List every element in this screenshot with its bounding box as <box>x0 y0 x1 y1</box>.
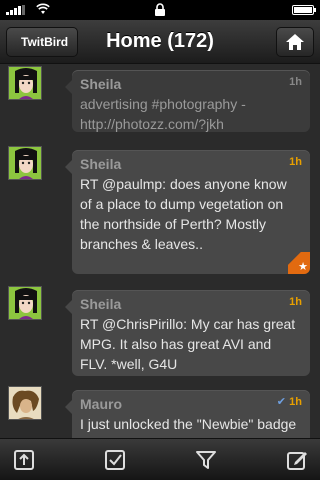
tweet-bubble[interactable]: Mauro ✔ 1h I just unlocked the "Newbie" … <box>65 390 310 438</box>
home-button[interactable] <box>276 27 314 57</box>
tweet-username[interactable]: Sheila <box>80 76 300 92</box>
avatar[interactable] <box>8 66 42 100</box>
home-icon <box>286 34 304 50</box>
filter-icon[interactable] <box>195 449 217 471</box>
tweet-bubble[interactable]: Sheila 1h RT @ChrisPirillo: My car has g… <box>65 290 310 376</box>
tweet-bubble[interactable]: Sheila 1h advertising #photography - htt… <box>65 70 310 132</box>
compose-upload-icon[interactable] <box>13 449 35 471</box>
tweet-time: 1h <box>289 76 302 88</box>
avatar[interactable] <box>8 386 42 420</box>
tweet-username[interactable]: Sheila <box>80 296 300 312</box>
signal-icon <box>6 5 25 15</box>
bottom-toolbar <box>0 438 320 480</box>
tweet-time: 1h <box>289 396 302 408</box>
page-title: Home (172) <box>106 30 214 52</box>
avatar[interactable] <box>8 146 42 180</box>
checkmark-icon: ✔ <box>276 396 286 408</box>
tweet-time: 1h <box>289 296 302 308</box>
tweet-timeline[interactable]: Sheila 1h advertising #photography - htt… <box>0 64 320 438</box>
tweet-username[interactable]: Sheila <box>80 156 300 172</box>
favorite-star-icon: ★ <box>288 252 310 274</box>
tweet-text: RT @paulmp: does anyone know of a place … <box>80 176 287 252</box>
tweet-text: I just unlocked the "Newbie" badge on @f… <box>80 416 297 438</box>
tweet-bubble[interactable]: Sheila 1h RT @paulmp: does anyone know o… <box>65 150 310 274</box>
tweet-time: 1h <box>289 156 302 168</box>
tweet-username[interactable]: Mauro <box>80 396 300 412</box>
wifi-icon <box>36 3 50 14</box>
status-bar <box>0 0 320 20</box>
nav-bar: TwitBird Home (172) <box>0 20 320 64</box>
tweet-text: advertising #photography - http://photoz… <box>80 96 246 132</box>
battery-icon <box>292 5 316 15</box>
checkmark-icon[interactable] <box>104 449 126 471</box>
avatar[interactable] <box>8 286 42 320</box>
tweet-text: RT @ChrisPirillo: My car has great MPG. … <box>80 316 296 372</box>
edit-icon[interactable] <box>286 449 308 471</box>
lock-icon <box>155 3 165 16</box>
back-button[interactable]: TwitBird <box>6 27 79 57</box>
